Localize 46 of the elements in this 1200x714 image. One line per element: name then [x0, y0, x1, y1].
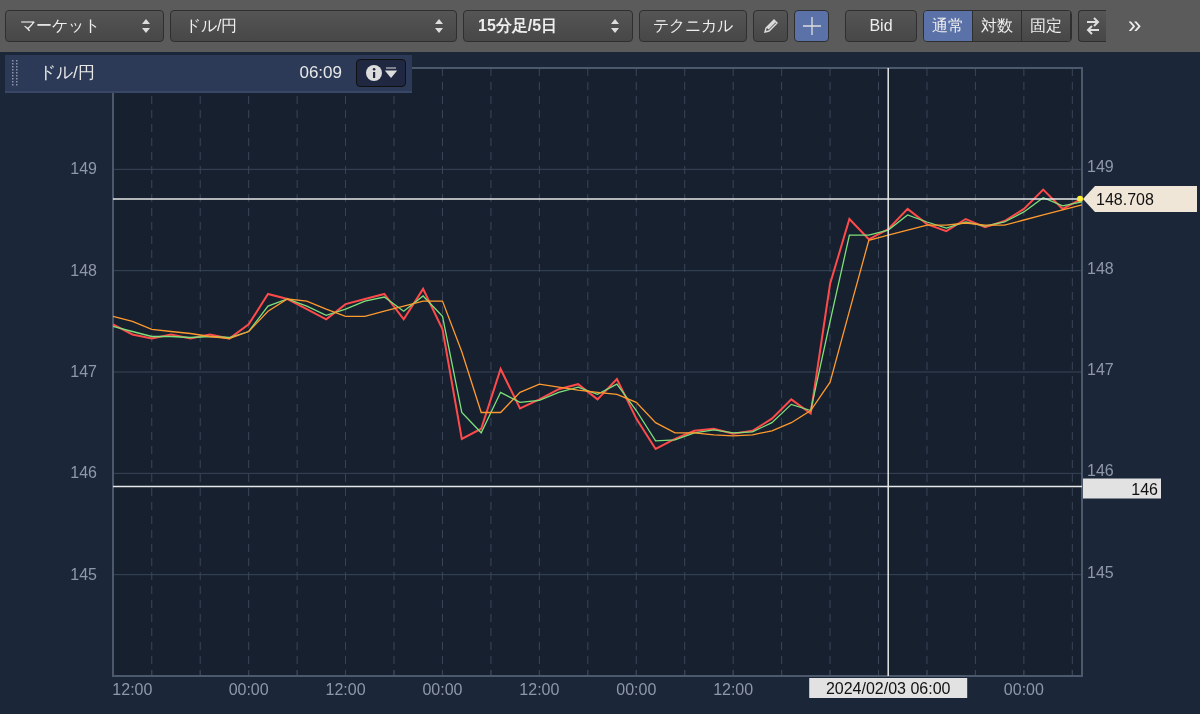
axis-label: 147	[70, 363, 97, 380]
updown-icon	[434, 18, 444, 34]
panel-title: ドル/円	[39, 62, 95, 85]
crosshair-icon	[801, 16, 822, 36]
axis-label: 00:00	[422, 681, 463, 698]
info-menu-button[interactable]	[356, 59, 406, 87]
axis-label: 149	[70, 160, 97, 178]
axis-label: 148	[70, 261, 97, 279]
swap-button[interactable]	[1078, 10, 1106, 42]
updown-icon	[141, 18, 151, 34]
pencil-icon	[761, 17, 780, 35]
grip-icon	[11, 59, 19, 87]
dropdown-select[interactable]: マーケット	[5, 10, 164, 42]
axis-label: 00:00	[616, 681, 657, 698]
axis-label: 00:00	[1003, 681, 1044, 698]
caret-icon	[384, 67, 397, 79]
technical-button[interactable]: テクニカル	[639, 10, 747, 42]
bid-button[interactable]: Bid	[845, 10, 917, 42]
axis-label: 147	[1087, 361, 1114, 378]
panel-time: 06:09	[299, 62, 342, 85]
axis-label: 149	[1087, 158, 1114, 176]
crosshair-button[interactable]	[794, 10, 829, 42]
axis-label: 148	[1087, 259, 1114, 277]
axis-label: 146	[70, 464, 97, 482]
cursor-time-label: 2024/02/03 06:00	[809, 678, 968, 698]
axis-label: 146	[1087, 462, 1114, 480]
dropdown-select[interactable]: ドル/円	[170, 10, 457, 42]
pencil-button[interactable]	[753, 10, 788, 42]
swap-arrows-icon	[1084, 17, 1101, 35]
more-button[interactable]: »	[1128, 10, 1142, 40]
cursor-price-label: 146	[1083, 478, 1161, 499]
axis-label: 12:00	[713, 681, 754, 698]
axis-label: 145	[70, 565, 97, 583]
axis-label: 00:00	[228, 681, 269, 698]
axis-label: 145	[1087, 563, 1114, 581]
updown-icon	[610, 18, 620, 34]
info-icon	[365, 65, 382, 81]
scale-mode-tab[interactable]: 通常	[924, 11, 973, 41]
scale-mode-tab[interactable]: 対数	[973, 11, 1022, 41]
dropdown-select[interactable]: 15分足/5日	[463, 10, 633, 42]
axis-label: 12:00	[325, 681, 366, 698]
last-price-dot	[1077, 195, 1083, 202]
price-tag: 148.708	[1083, 185, 1197, 212]
scale-mode-tab[interactable]: 固定	[1022, 11, 1071, 41]
axis-label: 12:00	[519, 681, 560, 698]
axis-label: 12:00	[112, 681, 153, 698]
